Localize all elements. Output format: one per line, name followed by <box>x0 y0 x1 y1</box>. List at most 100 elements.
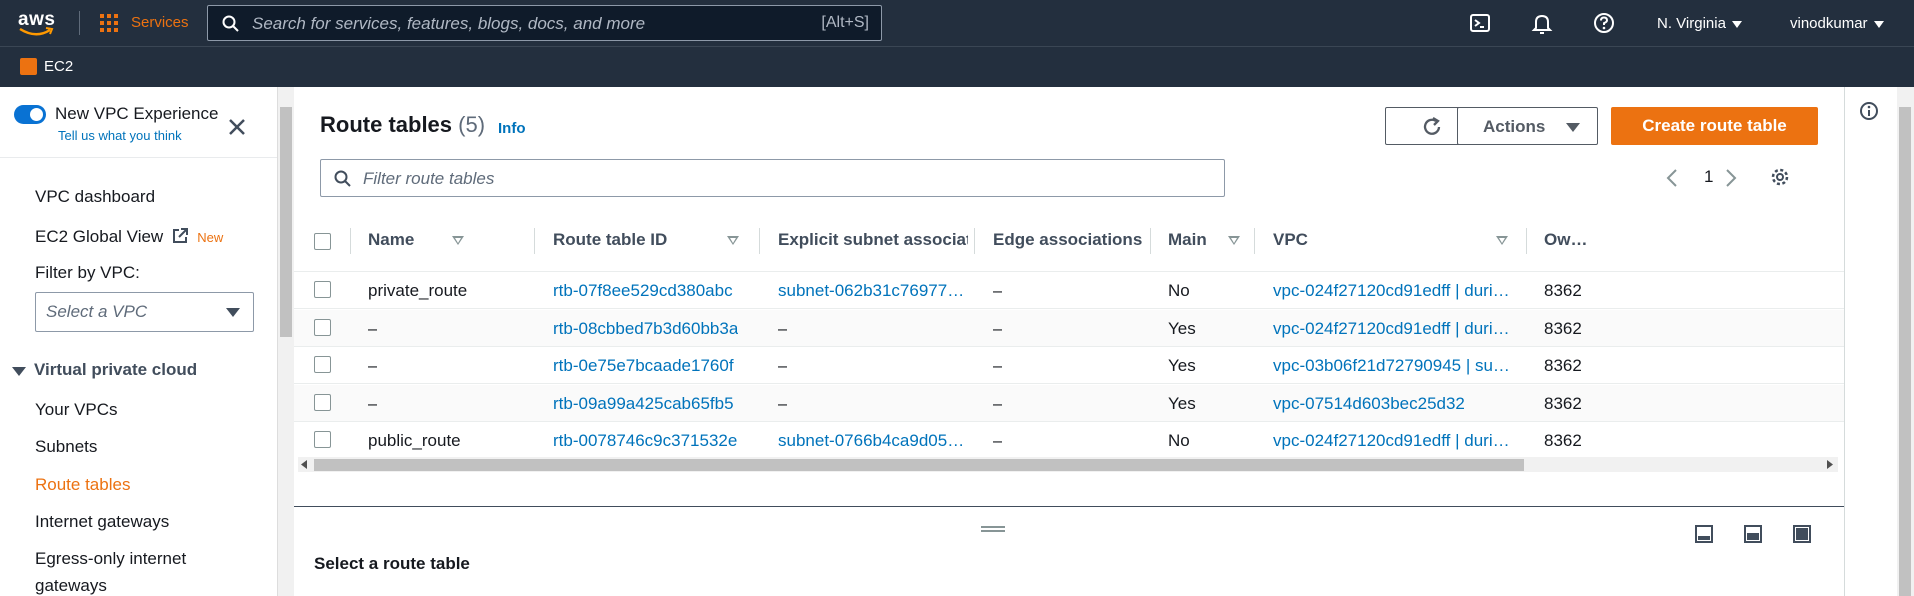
filter-placeholder: Filter route tables <box>363 169 495 188</box>
cell-owner: 8362 <box>1544 393 1582 413</box>
cell-vpc[interactable]: vpc-024f27120cd91edff | duri… <box>1273 431 1510 451</box>
main-content: Route tables (5) Info Actions Create rou… <box>294 87 1844 596</box>
notifications-bell-icon[interactable] <box>1531 12 1553 34</box>
feedback-link[interactable]: Tell us what you think <box>58 128 182 143</box>
cell-vpc[interactable]: vpc-024f27120cd91edff | duri… <box>1273 319 1510 339</box>
search-shortcut: [Alt+S] <box>821 14 869 31</box>
cell-route-table-id[interactable]: rtb-08cbbed7b3d60bb3a <box>553 319 738 339</box>
sidebar-item-ec2-global-view[interactable]: EC2 Global View New <box>35 227 223 247</box>
table-row[interactable]: private_route rtb-07f8ee529cd380abc subnet… <box>294 272 1844 309</box>
current-page[interactable]: 1 <box>1704 167 1713 187</box>
cell-main: Yes <box>1168 356 1196 375</box>
cell-name: – <box>368 393 378 413</box>
sidebar-item-egress-only-cont[interactable]: gateways <box>35 576 107 596</box>
refresh-icon <box>1423 117 1441 135</box>
cell-name: public_route <box>368 431 461 450</box>
cell-subnet-association[interactable]: subnet-062b31c769779… <box>778 281 968 301</box>
cell-route-table-id[interactable]: rtb-07f8ee529cd380abc <box>553 281 733 301</box>
cell-edge-associations: – <box>993 318 1003 338</box>
scroll-left-icon[interactable] <box>300 460 308 469</box>
sidebar-item-subnets[interactable]: Subnets <box>35 437 97 457</box>
scroll-right-icon[interactable] <box>1826 460 1834 469</box>
chevron-down-icon <box>1566 123 1580 132</box>
sort-icon[interactable] <box>1496 236 1508 245</box>
vpc-filter-select[interactable]: Select a VPC <box>35 292 254 332</box>
table-row[interactable]: – rtb-08cbbed7b3d60bb3a – – Yes vpc-024f27120… <box>294 309 1844 347</box>
sidebar-item-egress-only[interactable]: Egress-only internet <box>35 549 186 569</box>
sidebar-item-vpc-dashboard[interactable]: VPC dashboard <box>35 187 155 207</box>
region-label: N. Virginia <box>1657 15 1726 32</box>
external-link-icon <box>173 228 189 243</box>
cell-edge-associations: – <box>993 393 1003 413</box>
cloudshell-icon[interactable] <box>1469 12 1491 34</box>
sidebar-item-your-vpcs[interactable]: Your VPCs <box>35 400 118 420</box>
select-all-checkbox[interactable] <box>314 233 331 250</box>
cell-main: Yes <box>1168 318 1196 338</box>
cell-route-table-id[interactable]: rtb-09a99a425cab65fb5 <box>553 394 734 414</box>
collapse-caret-icon[interactable] <box>12 367 26 376</box>
cell-route-table-id[interactable]: rtb-0e75e7bcaade1760f <box>553 356 734 376</box>
search-icon <box>334 170 351 187</box>
column-header-edge-associations[interactable]: Edge associations <box>993 230 1142 250</box>
next-page-icon[interactable] <box>1724 168 1738 188</box>
help-icon[interactable] <box>1593 12 1615 34</box>
column-header-route-table-id[interactable]: Route table ID <box>553 230 667 250</box>
actions-button[interactable]: Actions <box>1457 107 1598 145</box>
global-search[interactable]: Search for services, features, blogs, do… <box>207 5 882 41</box>
filter-input[interactable]: Filter route tables <box>320 159 1225 197</box>
table-horizontal-scrollbar[interactable] <box>298 457 1838 472</box>
cell-subnet-association: – <box>778 318 788 338</box>
cell-edge-associations: – <box>993 431 1003 450</box>
region-selector[interactable]: N. Virginia <box>1657 15 1742 32</box>
table-header: Name Route table ID Explicit subnet asso… <box>294 212 1844 272</box>
divider <box>79 11 80 35</box>
cell-name: – <box>368 318 378 338</box>
divider <box>0 157 278 158</box>
split-half-icon[interactable] <box>1743 524 1763 544</box>
cell-route-table-id[interactable]: rtb-0078746c9c371532e <box>553 431 737 451</box>
table-row[interactable]: public_route rtb-0078746c9c371532e subnet-… <box>294 422 1844 457</box>
table-row[interactable]: – rtb-0e75e7bcaade1760f – – Yes vpc-03b06f21d… <box>294 347 1844 384</box>
info-icon[interactable] <box>1859 101 1879 121</box>
page-scrollbar[interactable] <box>1897 87 1914 596</box>
row-checkbox[interactable] <box>314 318 331 336</box>
ec2-favorite[interactable]: EC2 <box>44 58 73 75</box>
section-virtual-private-cloud[interactable]: Virtual private cloud <box>34 360 197 380</box>
cell-owner: 8362 <box>1544 356 1582 375</box>
column-header-explicit-subnet[interactable]: Explicit subnet associat… <box>778 230 968 250</box>
close-icon[interactable] <box>226 116 248 138</box>
services-grid-icon[interactable] <box>100 14 118 32</box>
sort-icon[interactable] <box>452 236 464 245</box>
create-route-table-button[interactable]: Create route table <box>1611 107 1818 145</box>
column-header-owner[interactable]: Ow… <box>1544 230 1587 250</box>
gear-icon[interactable] <box>1770 167 1790 187</box>
row-checkbox[interactable] <box>314 431 331 448</box>
cell-subnet-association[interactable]: subnet-0766b4ca9d057… <box>778 431 968 451</box>
sidebar-scrollbar[interactable] <box>277 87 294 596</box>
sort-icon[interactable] <box>1228 236 1240 245</box>
cell-owner: 8362 <box>1544 318 1582 338</box>
cell-vpc[interactable]: vpc-03b06f21d72790945 | su… <box>1273 356 1510 376</box>
services-menu[interactable]: Services <box>131 14 189 31</box>
split-bottom-icon[interactable] <box>1694 524 1714 544</box>
cell-vpc[interactable]: vpc-07514d603bec25d32 <box>1273 394 1465 414</box>
sidebar-item-internet-gateways[interactable]: Internet gateways <box>35 512 169 532</box>
info-link[interactable]: Info <box>498 120 526 137</box>
column-header-main[interactable]: Main <box>1168 230 1207 250</box>
sort-icon[interactable] <box>727 236 739 245</box>
account-menu[interactable]: vinodkumar <box>1790 15 1884 32</box>
sidebar-item-route-tables[interactable]: Route tables <box>35 475 130 495</box>
row-checkbox[interactable] <box>314 356 331 373</box>
column-header-name[interactable]: Name <box>368 230 414 250</box>
new-vpc-toggle[interactable] <box>14 105 46 124</box>
row-checkbox[interactable] <box>314 393 331 411</box>
table-row[interactable]: – rtb-09a99a425cab65fb5 – – Yes vpc-07514d603… <box>294 384 1844 422</box>
cell-vpc[interactable]: vpc-024f27120cd91edff | duri… <box>1273 281 1510 301</box>
previous-page-icon[interactable] <box>1665 168 1679 188</box>
page-title: Route tables (5) <box>320 112 485 138</box>
resize-handle[interactable] <box>981 526 1005 532</box>
split-full-icon[interactable] <box>1792 524 1812 544</box>
aws-logo[interactable]: aws <box>16 9 60 37</box>
row-checkbox[interactable] <box>314 281 331 298</box>
column-header-vpc[interactable]: VPC <box>1273 230 1308 250</box>
